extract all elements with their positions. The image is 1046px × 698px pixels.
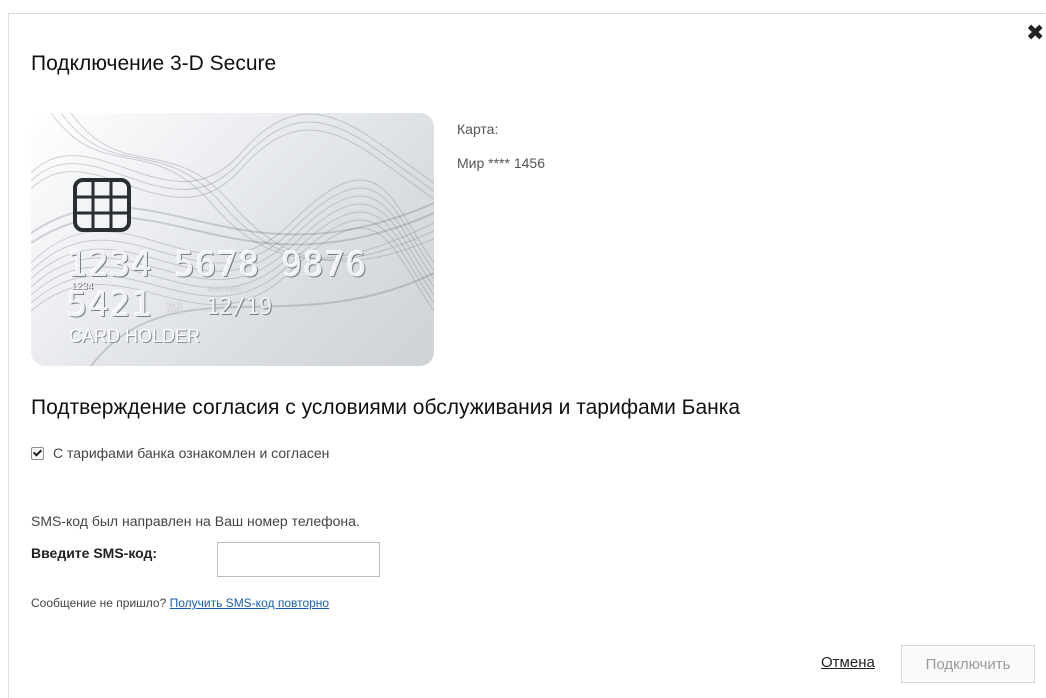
card-value: Мир **** 1456 — [457, 155, 545, 171]
sms-info-text: SMS-код был направлен на Ваш номер телеф… — [31, 513, 360, 529]
card-chip — [73, 178, 131, 232]
card-holder: CARD HOLDER — [69, 326, 201, 346]
resend-row: Сообщение не пришло? Получить SMS-код по… — [31, 596, 329, 610]
agreement-checkbox[interactable] — [31, 446, 44, 460]
card-number-small: 1234 — [71, 281, 94, 292]
cancel-link[interactable]: Отмена — [821, 654, 875, 671]
card-month-year: MONTH/YEAR — [207, 287, 241, 293]
dialog-title: Подключение 3-D Secure — [31, 52, 277, 75]
resend-sms-link[interactable]: Получить SMS-код повторно — [170, 596, 330, 610]
agreement-checkbox-label[interactable]: С тарифами банка ознакомлен и согласен — [53, 445, 329, 461]
agreement-title: Подтверждение согласия с условиями обслу… — [31, 396, 741, 419]
card-image: 1234 5678 9876 5421 1234 VALID THRU MONT… — [31, 113, 434, 366]
sms-code-label: Введите SMS-код: — [31, 545, 158, 561]
resend-prefix: Сообщение не пришло? — [31, 596, 167, 610]
card-expiry: 12/19 — [206, 295, 273, 320]
card-valid-thru: VALID THRU — [166, 303, 183, 315]
connect-button[interactable]: Подключить — [901, 645, 1035, 683]
close-icon[interactable]: ✖ — [1026, 22, 1046, 46]
card-label: Карта: — [457, 121, 499, 137]
agreement-checkbox-row[interactable]: С тарифами банка ознакомлен и согласен — [31, 444, 329, 462]
sms-code-input[interactable] — [217, 542, 380, 577]
